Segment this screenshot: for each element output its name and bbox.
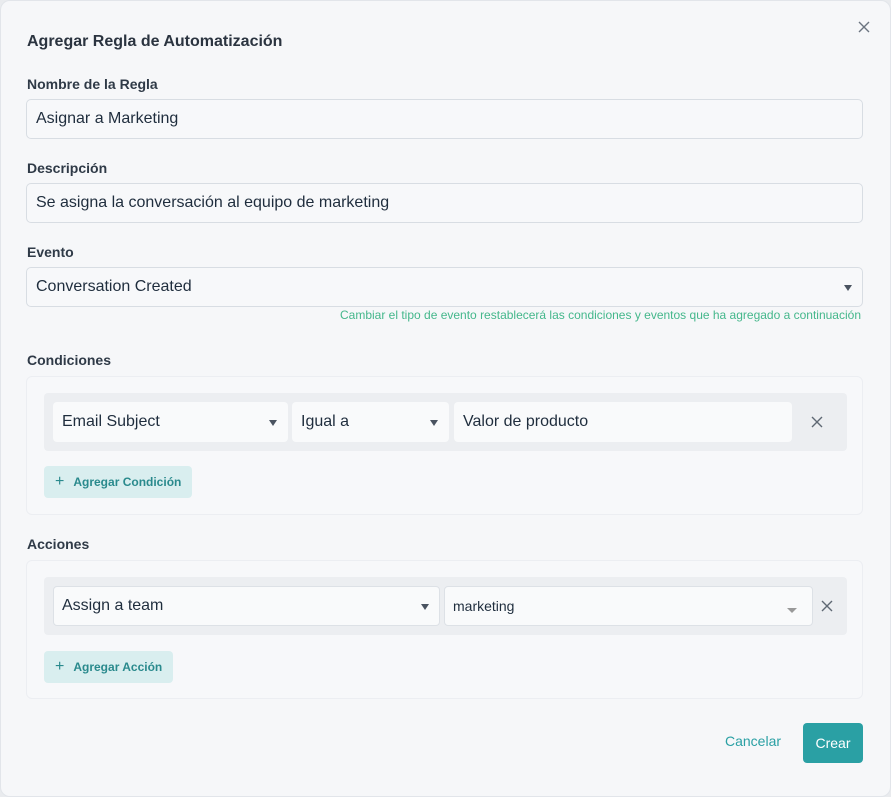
action-type-value: Assign a team bbox=[62, 597, 164, 614]
chevron-down-icon bbox=[844, 285, 852, 291]
conditions-section: Email Subject Igual a Valor de producto … bbox=[26, 376, 863, 515]
condition-value-input[interactable]: Valor de producto bbox=[454, 402, 792, 442]
add-condition-label: Agregar Condición bbox=[73, 475, 182, 489]
close-icon[interactable] bbox=[854, 17, 874, 37]
cancel-button[interactable]: Cancelar bbox=[725, 733, 781, 749]
actions-label: Acciones bbox=[27, 536, 90, 552]
event-hint: Cambiar el tipo de evento restablecerá l… bbox=[339, 308, 861, 322]
actions-section: Assign a team marketing + Agregar Acción bbox=[26, 560, 863, 699]
create-button[interactable]: Crear bbox=[803, 723, 863, 763]
description-input[interactable]: Se asigna la conversación al equipo de m… bbox=[26, 183, 863, 223]
condition-operator-select[interactable]: Igual a bbox=[292, 402, 449, 442]
add-condition-button[interactable]: + Agregar Condición bbox=[44, 466, 193, 498]
action-type-select[interactable]: Assign a team bbox=[53, 586, 440, 626]
chevron-down-icon bbox=[269, 420, 277, 426]
condition-attribute-select[interactable]: Email Subject bbox=[53, 402, 288, 442]
action-value-select[interactable]: marketing bbox=[444, 586, 813, 626]
chevron-down-icon bbox=[421, 604, 429, 610]
condition-row: Email Subject Igual a Valor de producto bbox=[44, 393, 847, 451]
remove-condition-icon[interactable] bbox=[807, 412, 827, 432]
modal-title: Agregar Regla de Automatización bbox=[27, 33, 283, 50]
action-value: marketing bbox=[453, 598, 515, 614]
condition-attribute-value: Email Subject bbox=[62, 413, 160, 430]
chevron-down-icon bbox=[430, 420, 438, 426]
event-label: Evento bbox=[27, 244, 74, 260]
add-action-label: Agregar Acción bbox=[73, 660, 163, 674]
plus-icon: + bbox=[55, 658, 65, 675]
remove-action-icon[interactable] bbox=[817, 596, 837, 616]
conditions-label: Condiciones bbox=[27, 352, 112, 368]
event-select[interactable]: Conversation Created bbox=[26, 267, 863, 307]
event-select-value: Conversation Created bbox=[36, 278, 192, 295]
condition-operator-value: Igual a bbox=[301, 413, 350, 430]
plus-icon: + bbox=[55, 473, 65, 490]
rule-name-input[interactable]: Asignar a Marketing bbox=[26, 99, 863, 139]
chevron-down-icon bbox=[787, 608, 797, 613]
automation-rule-modal: Agregar Regla de Automatización Nombre d… bbox=[0, 0, 891, 797]
add-action-button[interactable]: + Agregar Acción bbox=[44, 651, 174, 683]
action-row: Assign a team marketing bbox=[44, 577, 847, 635]
description-label: Descripción bbox=[27, 160, 108, 176]
rule-name-label: Nombre de la Regla bbox=[27, 76, 158, 92]
